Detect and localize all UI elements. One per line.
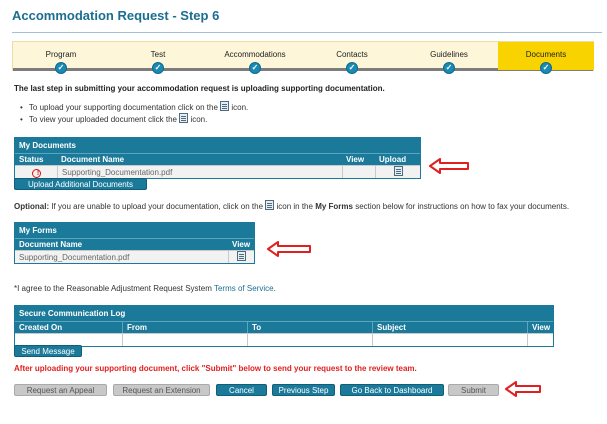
cancel-button[interactable]: Cancel — [216, 384, 267, 396]
step-guidelines[interactable]: Guidelines ✓ — [401, 42, 497, 74]
my-documents-table: My Documents Status Document Name View U… — [14, 137, 421, 179]
request-extension-button[interactable]: Request an Extension — [113, 384, 210, 396]
my-forms-header: Document Name View — [15, 238, 254, 250]
view-icon — [179, 113, 189, 123]
previous-step-button[interactable]: Previous Step — [272, 384, 335, 396]
progress-steps: Program ✓ Test ✓ Accommodations ✓ Contac… — [12, 41, 594, 74]
step-documents[interactable]: Documents ✓ — [498, 42, 594, 74]
my-documents-caption: My Documents — [15, 138, 420, 153]
upload-instruction: To upload your supporting documentation … — [20, 101, 248, 113]
upload-icon[interactable] — [393, 166, 403, 176]
step-test[interactable]: Test ✓ — [110, 42, 206, 74]
document-name: Supporting_Documentation.pdf — [57, 166, 342, 178]
check-icon: ✓ — [55, 62, 67, 74]
submit-button[interactable]: Submit — [448, 384, 499, 396]
dashboard-button[interactable]: Go Back to Dashboard — [340, 384, 444, 396]
step-program[interactable]: Program ✓ — [13, 42, 109, 74]
view-instruction: To view your uploaded document click the… — [20, 113, 248, 125]
view-cell — [342, 166, 375, 178]
submit-instruction: After uploading your supporting document… — [14, 364, 417, 373]
check-icon: ✓ — [540, 62, 552, 74]
alert-icon: ! — [31, 169, 41, 178]
arrow-left-icon — [429, 158, 469, 174]
communication-log-header: Created On From To Subject View — [15, 321, 553, 333]
view-icon[interactable] — [237, 251, 246, 261]
check-icon: ✓ — [346, 62, 358, 74]
page-title: Accommodation Request - Step 6 — [12, 8, 220, 23]
terms-of-service-link[interactable]: Terms of Service — [214, 284, 274, 293]
arrow-left-icon — [505, 381, 541, 397]
request-appeal-button[interactable]: Request an Appeal — [14, 384, 107, 396]
table-row: Supporting_Documentation.pdf — [15, 250, 254, 263]
step-accommodations[interactable]: Accommodations ✓ — [207, 42, 303, 74]
optional-note: Optional: If you are unable to upload yo… — [14, 200, 570, 211]
intro-text: The last step in submitting your accommo… — [14, 84, 385, 93]
step-contacts[interactable]: Contacts ✓ — [304, 42, 400, 74]
send-message-button[interactable]: Send Message — [14, 345, 82, 357]
my-forms-table: My Forms Document Name View Supporting_D… — [14, 222, 255, 264]
view-icon — [265, 200, 275, 210]
my-documents-header: Status Document Name View Upload — [15, 153, 420, 165]
my-forms-caption: My Forms — [15, 223, 254, 238]
arrow-left-icon — [267, 241, 311, 257]
check-icon: ✓ — [443, 62, 455, 74]
communication-log-table: Secure Communication Log Created On From… — [14, 305, 554, 347]
check-icon: ✓ — [249, 62, 261, 74]
form-name: Supporting_Documentation.pdf — [19, 253, 130, 262]
communication-log-caption: Secure Communication Log — [15, 306, 553, 321]
upload-additional-button[interactable]: Upload Additional Documents — [14, 178, 147, 190]
terms-agreement: *I agree to the Reasonable Adjustment Re… — [14, 284, 276, 293]
instructions-list: To upload your supporting documentation … — [20, 101, 248, 125]
title-divider — [12, 32, 602, 33]
upload-icon — [220, 101, 230, 111]
table-row: ! Supporting_Documentation.pdf — [15, 165, 420, 178]
table-row — [15, 333, 553, 346]
check-icon: ✓ — [152, 62, 164, 74]
